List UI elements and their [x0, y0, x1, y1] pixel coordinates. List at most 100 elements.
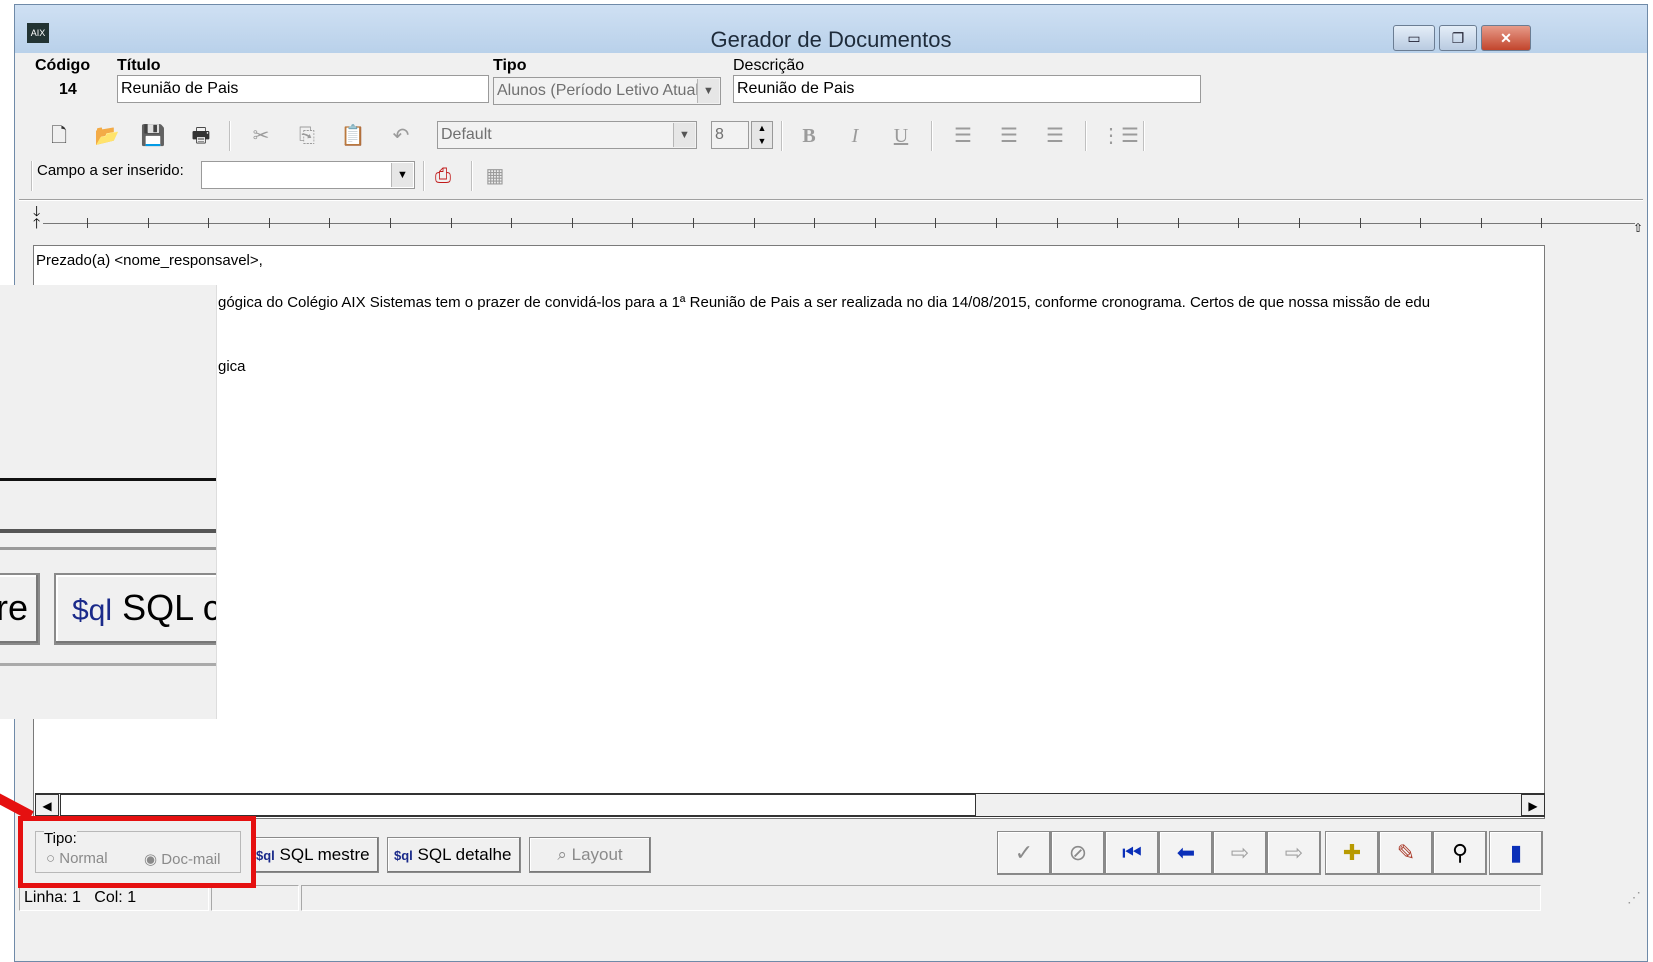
save-icon[interactable]: 💾	[139, 125, 167, 147]
titulo-field[interactable]: Reunião de Pais	[117, 75, 489, 103]
highlight-box	[18, 816, 256, 888]
arrow-left-icon: ⬅	[1176, 840, 1196, 865]
ruler-tick	[511, 218, 513, 228]
ruler-tick	[693, 218, 694, 228]
scroll-left-icon[interactable]: ◀	[35, 794, 59, 816]
layout-icon: ⌕	[557, 845, 567, 864]
ruler-tick	[1420, 218, 1422, 228]
confirm-button[interactable]: ✓	[997, 831, 1051, 875]
insert-field-icon[interactable]: ⎙	[429, 165, 457, 187]
underline-icon[interactable]: U	[887, 125, 915, 147]
sql-detalhe-label: SQL detalhe	[417, 845, 512, 864]
campo-label: Campo a ser inserido:	[37, 162, 184, 179]
ruler-tick	[450, 218, 452, 228]
next-record-button[interactable]: ⇨	[1213, 831, 1267, 875]
paste-icon[interactable]: 📋	[339, 125, 367, 147]
check-icon: ✓	[1014, 840, 1034, 865]
bullet-list-icon[interactable]: ⋮☰	[1101, 125, 1139, 147]
ruler-tick	[814, 218, 816, 228]
plus-icon: ✚	[1342, 840, 1362, 865]
edit-record-button[interactable]: ✎	[1379, 831, 1433, 875]
sql-icon: $ql	[394, 848, 413, 863]
zoom-divider	[0, 663, 216, 666]
zoom-sql-detalhe-button: $ql SQL c	[54, 573, 217, 645]
toolbar-separator	[229, 121, 231, 151]
linha-value: 1	[72, 889, 81, 906]
horizontal-scrollbar[interactable]: ◀ ▶	[35, 793, 1545, 817]
insert-table-icon[interactable]: ▦	[481, 165, 509, 187]
sql-detalhe-button[interactable]: $ql SQL detalhe	[387, 837, 521, 873]
undo-icon[interactable]: ↶	[387, 125, 415, 147]
last-record-button[interactable]: ⇨	[1267, 831, 1321, 875]
toolbar-separator	[1143, 121, 1145, 151]
ruler-tick	[390, 218, 391, 228]
chevron-down-icon[interactable]: ▼	[391, 163, 413, 187]
campo-select[interactable]: ▼	[201, 161, 415, 189]
chevron-down-icon[interactable]: ▼	[697, 79, 719, 103]
indent-marker-icon[interactable]: 🡓 🡑	[33, 204, 40, 230]
editor-line: gica	[218, 358, 246, 375]
codigo-label: Código	[35, 57, 91, 74]
ruler-tick	[1359, 218, 1361, 228]
scrollbar-thumb[interactable]	[60, 794, 976, 816]
zoom-inset: re $ql SQL c	[0, 285, 217, 719]
right-margin-marker-icon[interactable]: ⇧	[1633, 221, 1643, 235]
zoom-divider	[0, 529, 216, 533]
chevron-down-icon[interactable]: ▼	[673, 123, 695, 147]
font-size-spinner[interactable]: ▲ ▼	[751, 121, 773, 149]
ruler-tick	[268, 218, 270, 228]
font-size-field[interactable]: 8	[711, 121, 749, 149]
col-label: Col:	[94, 889, 123, 906]
layout-button[interactable]: ⌕ Layout	[529, 837, 651, 873]
search-button[interactable]: ⚲	[1433, 831, 1487, 875]
exit-button[interactable]: ▮	[1489, 831, 1543, 875]
toolbar-separator	[931, 121, 933, 151]
scroll-right-icon[interactable]: ▶	[1521, 794, 1545, 816]
font-select[interactable]: Default ▼	[437, 121, 697, 149]
codigo-value: 14	[59, 81, 77, 98]
arrow-right-icon: ⇨	[1230, 840, 1250, 865]
copy-icon[interactable]: ⎘	[293, 125, 321, 147]
ruler-tick	[753, 218, 755, 228]
eraser-icon: ✎	[1396, 840, 1416, 865]
previous-record-button[interactable]: ⬅	[1159, 831, 1213, 875]
cancel-icon: ⊘	[1068, 840, 1088, 865]
tipo-select[interactable]: Alunos (Período Letivo Atual) ▼	[493, 77, 721, 105]
maximize-button[interactable]: ❐	[1439, 25, 1477, 51]
italic-icon[interactable]: I	[841, 125, 869, 147]
ruler-tick	[1541, 218, 1543, 228]
titulo-label: Título	[117, 57, 161, 74]
first-record-button[interactable]: ⏮	[1105, 831, 1159, 875]
resize-grip-icon[interactable]: ⋰	[1627, 889, 1641, 906]
sql-icon: $ql	[256, 848, 275, 863]
zoom-sql-icon: $ql	[72, 594, 113, 627]
ruler-tick	[329, 218, 331, 228]
bold-icon[interactable]: B	[795, 125, 823, 147]
cut-icon[interactable]: ✂	[247, 125, 275, 147]
add-record-button[interactable]: ✚	[1325, 831, 1379, 875]
cancel-button[interactable]: ⊘	[1051, 831, 1105, 875]
align-left-icon[interactable]: ☰	[949, 125, 977, 147]
status-bar: Linha: 1 Col: 1 ⋰	[15, 883, 1647, 913]
toolbar-divider	[19, 199, 1643, 201]
sql-mestre-button[interactable]: $ql SQL mestre	[253, 837, 379, 873]
tipo-select-value: Alunos (Período Letivo Atual)	[497, 82, 705, 99]
editor-line: Prezado(a) <nome_responsavel>,	[36, 252, 263, 269]
new-document-icon[interactable]: 🗋	[45, 125, 73, 147]
close-button[interactable]: ✕	[1481, 25, 1531, 51]
toolbar-separator	[423, 161, 425, 191]
font-select-value: Default	[441, 126, 492, 143]
zoom-sql-label: SQL c	[122, 587, 217, 628]
door-icon: ▮	[1509, 840, 1523, 865]
document-editor[interactable]: Prezado(a) <nome_responsavel>, gógica do…	[33, 245, 1545, 819]
align-center-icon[interactable]: ☰	[995, 125, 1023, 147]
descricao-field[interactable]: Reunião de Pais	[733, 75, 1201, 103]
minimize-button[interactable]: ▭	[1393, 25, 1435, 51]
open-folder-icon[interactable]: 📂	[93, 125, 121, 147]
ruler[interactable]: 🡓 🡑 ⇧	[33, 204, 1645, 237]
editor-line: gógica do Colégio AIX Sistemas tem o pra…	[218, 294, 1431, 311]
align-right-icon[interactable]: ☰	[1041, 125, 1069, 147]
toolbar-separator	[1085, 121, 1087, 151]
print-icon[interactable]: 🖶	[187, 125, 215, 147]
ruler-tick	[1117, 218, 1119, 228]
